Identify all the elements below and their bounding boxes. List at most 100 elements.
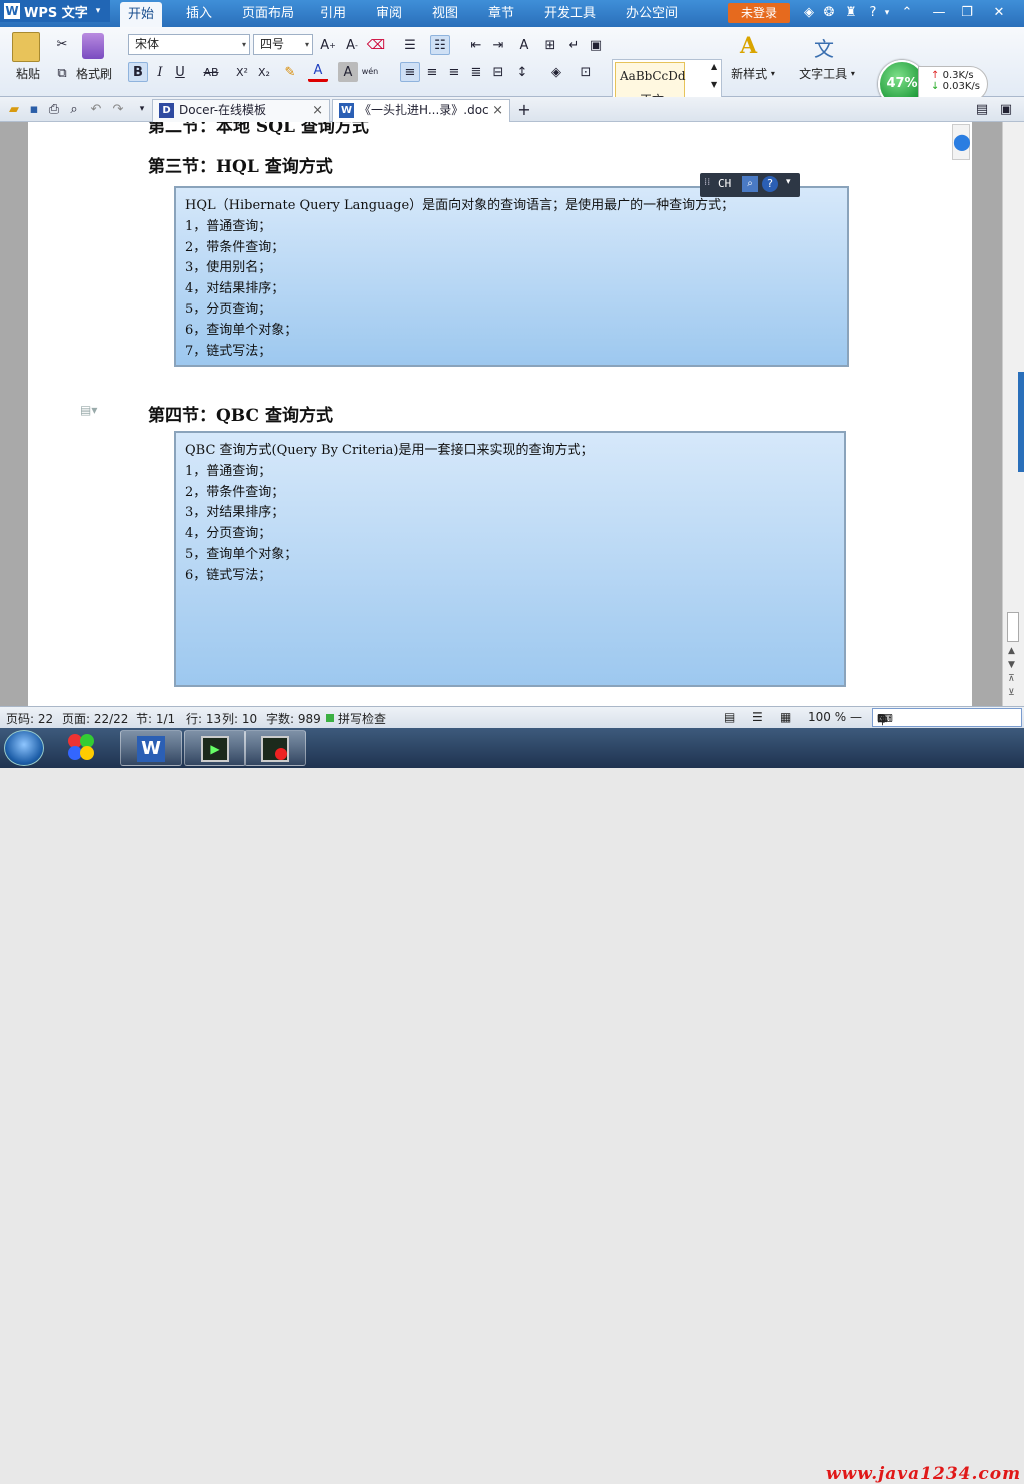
tab-docer[interactable]: D Docer-在线模板 × xyxy=(152,99,330,122)
view-outline-icon[interactable]: ☰ xyxy=(752,710,763,724)
line-spacing-icon[interactable]: ↕ xyxy=(512,62,532,82)
shading-icon[interactable]: ◈ xyxy=(546,62,566,82)
login-button[interactable]: 未登录 xyxy=(728,3,790,23)
close-icon[interactable]: × xyxy=(492,100,503,121)
wrench-icon[interactable]: ✎ xyxy=(877,712,886,725)
tab-insert[interactable]: 插入 xyxy=(178,0,220,27)
skin-icon[interactable]: ◈ xyxy=(800,4,818,22)
align-right-icon[interactable]: ≡ xyxy=(444,62,464,82)
start-button[interactable] xyxy=(4,730,44,766)
view-page-icon[interactable]: ▤ xyxy=(724,710,735,724)
app-menu-button[interactable]: W WPS 文字 ▾ xyxy=(0,0,110,22)
close-icon[interactable]: × xyxy=(312,100,323,121)
prev-page-icon[interactable]: ⊼ xyxy=(1008,674,1015,684)
text-tools-icon[interactable]: 文 xyxy=(814,33,834,62)
tab-page-layout[interactable]: 页面布局 xyxy=(234,0,302,27)
scroll-up-arrow-icon[interactable]: ▲ xyxy=(1008,646,1015,656)
ime-mode[interactable]: CH xyxy=(718,177,731,190)
align-center-icon[interactable]: ≡ xyxy=(422,62,442,82)
align-left-icon[interactable]: ≡ xyxy=(400,62,420,82)
ime-help-icon[interactable]: ? xyxy=(762,176,778,192)
rss-icon[interactable]: ❂ xyxy=(820,4,838,22)
ime-search-icon[interactable]: ⌕ xyxy=(742,176,758,192)
ime-floating-bar[interactable]: ⁞⁞ CH ⌕ ? ▾ xyxy=(700,173,800,197)
tab-developer[interactable]: 开发工具 xyxy=(536,0,604,27)
decrease-indent-icon[interactable]: ⇤ xyxy=(466,35,486,55)
grow-font-icon[interactable]: A + xyxy=(318,35,338,55)
document-page[interactable]: 第二节：本地 SQL 查询方式 第三节：HQL 查询方式 HQL（Hiberna… xyxy=(28,122,972,706)
font-color-icon[interactable]: A xyxy=(308,62,328,82)
close-icon[interactable]: ✕ xyxy=(990,4,1008,22)
tab-list-icon[interactable]: ▤ xyxy=(972,99,992,119)
font-name-select[interactable]: 宋体 ▾ xyxy=(128,34,250,55)
increase-indent-icon[interactable]: ⇥ xyxy=(488,35,508,55)
tab-scroll-icon[interactable]: ▣ xyxy=(996,99,1016,119)
location-pin-icon[interactable]: ⬤ xyxy=(952,124,971,160)
subscript-button[interactable]: X₂ xyxy=(254,62,274,82)
scrollbar-thumb[interactable] xyxy=(1007,612,1019,642)
tab-office-space[interactable]: 办公空间 xyxy=(618,0,686,27)
redo-icon[interactable]: ↷ xyxy=(108,99,128,119)
italic-button[interactable]: I xyxy=(150,62,170,82)
underline-button[interactable]: U xyxy=(170,62,190,82)
chinese-layout-icon[interactable]: A xyxy=(514,35,534,55)
frame-icon[interactable]: ▣ xyxy=(586,35,606,55)
scroll-up-icon[interactable]: ▲ xyxy=(711,62,717,71)
taskbar-wps-writer[interactable]: W xyxy=(120,730,182,766)
shirt-icon[interactable]: ♜ xyxy=(842,4,860,22)
new-style-icon[interactable]: A xyxy=(740,33,757,59)
clear-format-icon[interactable]: ⌫ xyxy=(366,35,386,55)
hql-text-box[interactable]: HQL（Hibernate Query Language）是面向对象的查询语言；… xyxy=(174,186,849,367)
highlight-icon[interactable]: ✎ xyxy=(280,62,300,82)
numbered-list-icon[interactable]: ☷ xyxy=(430,35,450,55)
format-painter-button[interactable]: 格式刷 xyxy=(74,65,114,81)
text-tools-button[interactable]: 文字工具 ▾ xyxy=(794,65,860,81)
tab-start[interactable]: 开始 xyxy=(120,2,163,27)
superscript-button[interactable]: X² xyxy=(232,62,252,82)
border-icon[interactable]: ⊡ xyxy=(576,62,596,82)
distributed-icon[interactable]: ⊟ xyxy=(488,62,508,82)
minimize-icon[interactable]: — xyxy=(930,4,948,22)
next-page-icon[interactable]: ⊻ xyxy=(1008,688,1015,698)
tab-view[interactable]: 视图 xyxy=(424,0,466,27)
open-folder-icon[interactable]: ▰ xyxy=(4,99,24,119)
tab-chapter[interactable]: 章节 xyxy=(480,0,522,27)
tab-review[interactable]: 审阅 xyxy=(368,0,410,27)
picasa-icon[interactable] xyxy=(62,734,102,762)
tab-document[interactable]: W 《一头扎进H...录》.doc × xyxy=(332,99,510,122)
bold-button[interactable]: B xyxy=(128,62,148,82)
tab-references[interactable]: 引用 xyxy=(312,0,354,27)
taskbar-terminal[interactable]: ▶ xyxy=(184,730,246,766)
ime-status-bar[interactable]: ⊡ 中 ☽ °, ⌨ ⚙ ✎ xyxy=(872,708,1022,727)
spellcheck-button[interactable]: 拼写检查 xyxy=(338,710,386,727)
save-icon[interactable]: ▪ xyxy=(24,99,44,119)
undo-icon[interactable]: ↶ xyxy=(86,99,106,119)
print-icon[interactable]: ⎙ xyxy=(44,99,64,119)
char-shading-icon[interactable]: A xyxy=(338,62,358,82)
qbc-text-box[interactable]: QBC 查询方式(Query By Criteria)是用一套接口来实现的查询方… xyxy=(174,431,846,687)
pinyin-guide-icon[interactable]: wén xyxy=(360,62,380,82)
format-painter-icon[interactable] xyxy=(82,33,104,59)
customize-toolbar-icon[interactable]: ▾ xyxy=(132,99,152,119)
paste-icon[interactable] xyxy=(12,32,40,62)
cut-icon[interactable]: ✂ xyxy=(52,34,72,54)
zoom-level[interactable]: 100 % xyxy=(808,710,846,724)
shrink-font-icon[interactable]: A- xyxy=(342,35,362,55)
copy-icon[interactable]: ⧉ xyxy=(52,63,72,83)
taskbar-recorder[interactable] xyxy=(244,730,306,766)
new-style-button[interactable]: 新样式 ▾ xyxy=(726,65,780,81)
scroll-down-arrow-icon[interactable]: ▼ xyxy=(1008,660,1015,670)
chevron-down-icon[interactable]: ▾ xyxy=(878,4,896,22)
ime-menu-icon[interactable]: ▾ xyxy=(786,177,791,187)
bullet-list-icon[interactable]: ☰ xyxy=(400,35,420,55)
paste-button[interactable]: 粘贴 xyxy=(8,65,48,81)
restore-icon[interactable]: ❐ xyxy=(958,4,976,22)
justify-icon[interactable]: ≣ xyxy=(466,62,486,82)
drag-handle-icon[interactable]: ⁞⁞ xyxy=(704,177,710,188)
view-web-icon[interactable]: ▦ xyxy=(780,710,791,724)
table-icon[interactable]: ⊞ xyxy=(540,35,560,55)
status-word-count[interactable]: 字数: 989 xyxy=(266,710,321,727)
scroll-down-icon[interactable]: ▼ xyxy=(711,80,717,89)
collapse-ribbon-icon[interactable]: ⌃ xyxy=(898,4,916,22)
strikethrough-button[interactable]: AB xyxy=(198,62,224,82)
